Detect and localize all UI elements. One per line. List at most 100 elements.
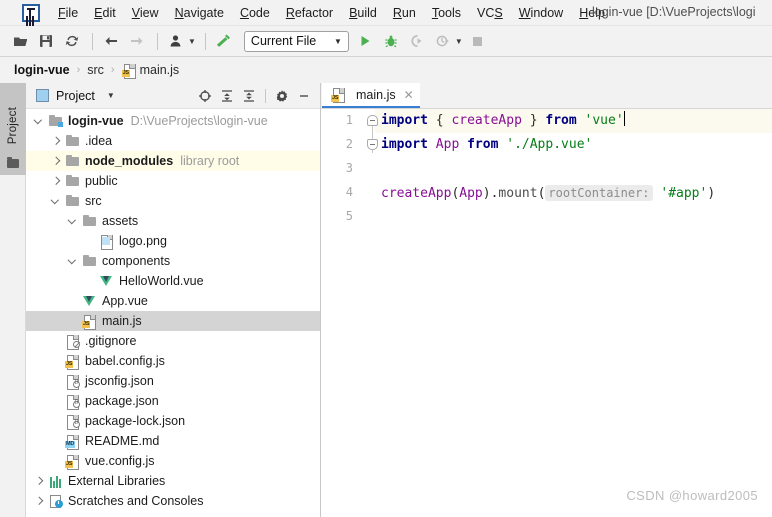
chevron-down-icon[interactable] — [68, 216, 79, 227]
menu-item-view[interactable]: View — [124, 3, 167, 23]
code-token: ) — [482, 186, 491, 201]
tree-row[interactable]: public — [26, 171, 320, 191]
chevron-right-icon[interactable] — [34, 496, 45, 507]
open-folder-icon[interactable] — [8, 30, 32, 52]
debug-bug-icon[interactable] — [379, 30, 403, 52]
error-stripe-marker[interactable] — [760, 135, 772, 517]
breadcrumb-project[interactable]: login-vue — [14, 63, 70, 77]
expand-all-icon[interactable] — [217, 86, 237, 106]
menu-item-edit[interactable]: Edit — [86, 3, 124, 23]
menu-item-navigate[interactable]: Navigate — [167, 3, 232, 23]
tree-row-note: D:\VueProjects\login-vue — [130, 114, 268, 128]
code-folding-gutter[interactable] — [366, 109, 379, 517]
tree-row[interactable]: node_modules library root — [26, 151, 320, 171]
text-caret — [623, 111, 625, 126]
code-fold-minus-icon[interactable] — [367, 115, 378, 126]
tree-row-label: jsconfig.json — [85, 374, 154, 388]
tree-row[interactable]: HelloWorld.vue — [26, 271, 320, 291]
folder-icon — [65, 154, 80, 168]
js-file-icon: JS — [65, 454, 80, 470]
tree-row[interactable]: External Libraries — [26, 471, 320, 491]
menu-item-build[interactable]: Build — [341, 3, 385, 23]
tree-row-label: assets — [102, 214, 139, 228]
arrow-left-icon[interactable] — [99, 30, 123, 52]
markdown-file-icon: MD — [65, 434, 80, 450]
menu-item-file[interactable]: File — [50, 3, 86, 23]
js-file-icon: JS — [331, 88, 346, 103]
tree-row[interactable]: package.json — [26, 391, 320, 411]
chevron-right-icon[interactable] — [51, 156, 62, 167]
breadcrumb-folder[interactable]: src — [87, 63, 104, 77]
chevron-down-icon[interactable] — [68, 256, 79, 267]
tree-row[interactable]: logo.png — [26, 231, 320, 251]
chevron-right-icon[interactable] — [34, 476, 45, 487]
menu-item-refactor[interactable]: Refactor — [278, 3, 341, 23]
chevron-right-icon[interactable] — [51, 136, 62, 147]
hide-panel-icon[interactable] — [294, 86, 314, 106]
code-fold-minus-icon[interactable] — [367, 139, 378, 150]
tree-row-label: .idea — [85, 134, 113, 148]
menu-item-vcs[interactable]: VCS — [469, 3, 511, 23]
code-token: { — [435, 113, 444, 128]
run-play-icon[interactable] — [353, 30, 377, 52]
collapse-all-icon[interactable] — [239, 86, 259, 106]
chevron-down-icon[interactable]: ▼ — [107, 91, 115, 100]
menu-item-code[interactable]: Code — [232, 3, 278, 23]
watermark: CSDN @howard2005 — [626, 488, 758, 503]
run-with-coverage-icon — [405, 30, 429, 52]
breadcrumb-file[interactable]: main.js — [140, 63, 180, 77]
tree-row[interactable]: login-vue D:\VueProjects\login-vue — [26, 111, 320, 131]
json-file-icon — [65, 414, 80, 430]
tree-row[interactable]: assets — [26, 211, 320, 231]
settings-gear-icon[interactable] — [272, 86, 292, 106]
menu-item-tools[interactable]: Tools — [424, 3, 469, 23]
tool-tab-project[interactable]: Project — [0, 83, 26, 175]
tree-row[interactable]: .gitignore — [26, 331, 320, 351]
tree-row[interactable]: components — [26, 251, 320, 271]
chevron-down-icon[interactable] — [51, 196, 62, 207]
tree-row[interactable]: JS babel.config.js — [26, 351, 320, 371]
scroll-from-source-icon[interactable] — [195, 86, 215, 106]
tree-row[interactable]: JS main.js — [26, 311, 320, 331]
run-configuration-selector[interactable]: Current File ▼ — [243, 30, 349, 52]
chevron-right-icon[interactable] — [51, 176, 62, 187]
vue-file-icon — [99, 274, 114, 288]
tree-row[interactable]: .idea — [26, 131, 320, 151]
tree-row[interactable]: jsconfig.json — [26, 371, 320, 391]
refresh-sync-icon[interactable] — [60, 30, 84, 52]
project-tree: login-vue D:\VueProjects\login-vue .idea no… — [26, 109, 320, 511]
menu-item-window[interactable]: Window — [511, 3, 571, 23]
code-token: from — [467, 137, 499, 152]
tree-row[interactable]: package-lock.json — [26, 411, 320, 431]
project-panel: Project ▼ login-vue D:\VueProjects\login… — [26, 83, 321, 517]
close-x-icon[interactable]: ✕ — [404, 89, 414, 101]
main-menu: File Edit View Navigate Code Refactor Bu… — [50, 3, 613, 23]
run-configuration-label: Current File — [250, 34, 317, 48]
chevron-down-icon[interactable] — [34, 116, 45, 127]
hammer-build-icon[interactable] — [212, 30, 236, 52]
code-editor[interactable]: 12345 import { createApp } from 'vue' imp… — [321, 109, 772, 517]
tree-row[interactable]: MD README.md — [26, 431, 320, 451]
save-icon[interactable] — [34, 30, 58, 52]
project-panel-header: Project ▼ — [26, 83, 320, 109]
editor-tab-main-js[interactable]: JS main.js ✕ — [322, 83, 420, 108]
user-update-icon[interactable] — [164, 30, 188, 52]
tree-row[interactable]: JS vue.config.js — [26, 451, 320, 471]
code-token: App — [459, 186, 483, 201]
chevron-down-icon[interactable]: ▼ — [188, 37, 196, 46]
tree-row[interactable]: App.vue — [26, 291, 320, 311]
tree-row[interactable]: Scratches and Consoles — [26, 491, 320, 511]
tree-row[interactable]: src — [26, 191, 320, 211]
menu-item-run[interactable]: Run — [385, 3, 424, 23]
line-number: 4 — [345, 185, 353, 199]
folder-icon — [65, 174, 80, 188]
